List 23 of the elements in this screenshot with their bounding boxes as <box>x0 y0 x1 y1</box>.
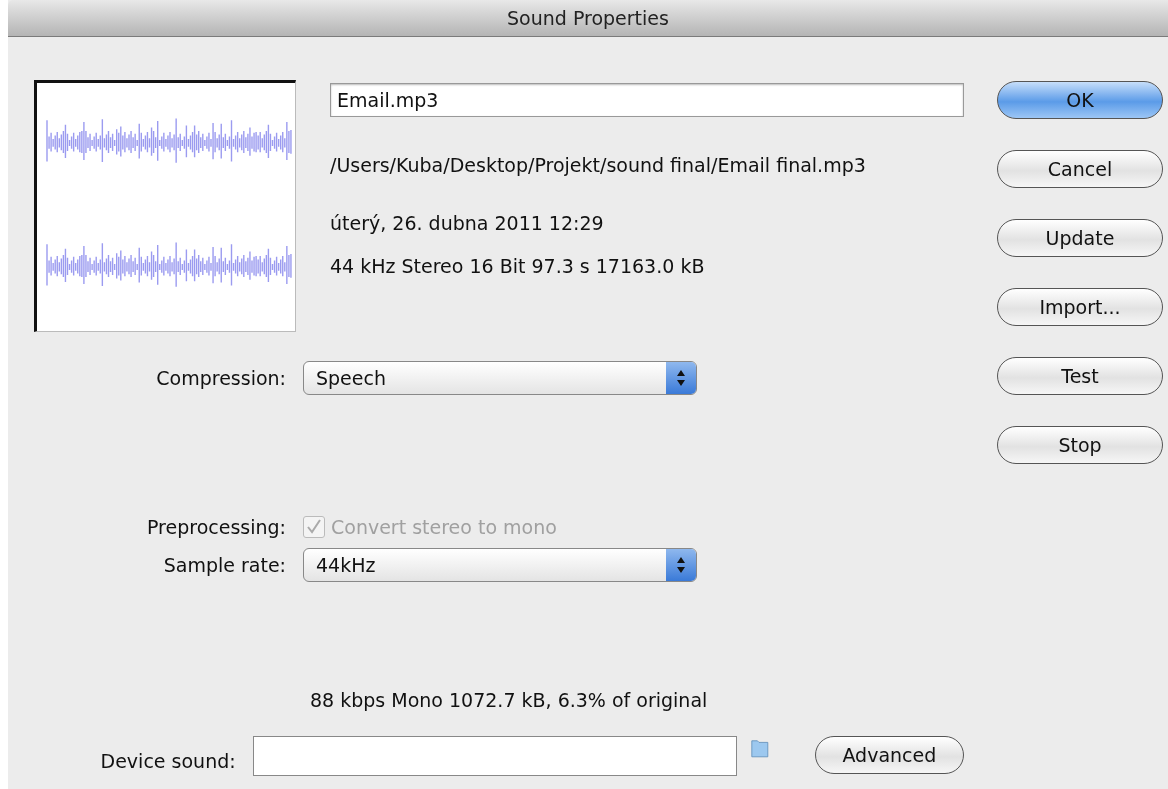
stepper-icon <box>666 549 696 581</box>
compression-label: Compression: <box>155 367 286 389</box>
device-sound-field[interactable] <box>252 736 738 776</box>
dialog-button[interactable]: Test <box>997 357 1163 395</box>
file-date: úterý, 26. dubna 2011 12:29 <box>330 211 605 236</box>
device-sound-label: Device sound: <box>99 750 236 772</box>
advanced-button[interactable]: Advanced <box>814 736 964 774</box>
dialog-button[interactable]: Update <box>997 219 1163 257</box>
file-info: 44 kHz Stereo 16 Bit 97.3 s 17163.0 kB <box>330 254 706 279</box>
compression-select[interactable]: Speech <box>303 361 697 395</box>
dialog-button[interactable]: OK <box>997 81 1163 119</box>
dialog-button[interactable]: Cancel <box>997 150 1163 188</box>
window-title: Sound Properties <box>507 7 669 29</box>
output-summary: 88 kbps Mono 1072.7 kB, 6.3% of original <box>310 688 709 713</box>
stepper-icon <box>666 362 696 394</box>
dialog-button[interactable]: Stop <box>997 426 1163 464</box>
name-field[interactable]: Email.mp3 <box>330 83 964 117</box>
checkmark-icon <box>306 519 322 535</box>
dialog-button[interactable]: Import... <box>997 288 1163 326</box>
preprocessing-label: Preprocessing: <box>146 516 286 538</box>
file-path: /Users/Kuba/Desktop/Projekt/sound final/Email final.mp3 <box>330 153 867 178</box>
sample-rate-label: Sample rate: <box>162 554 286 576</box>
sample-rate-select[interactable]: 44kHz <box>303 548 697 582</box>
